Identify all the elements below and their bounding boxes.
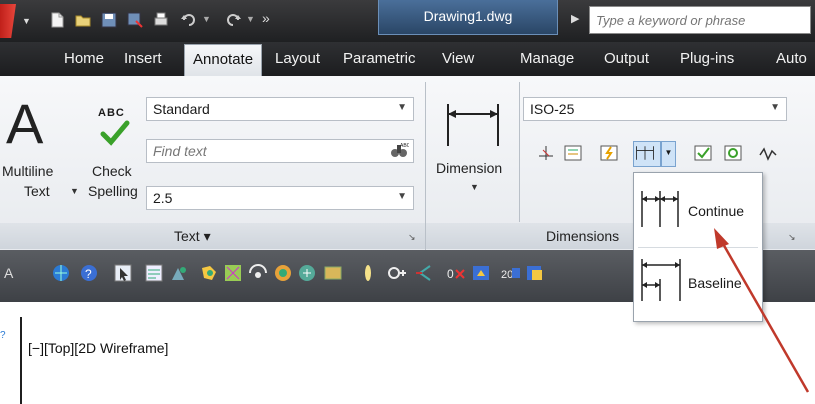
svg-text:A: A [4, 265, 14, 281]
checkmark-icon[interactable] [100, 120, 130, 146]
svg-text:ABC: ABC [400, 143, 409, 149]
dimension-icon[interactable] [444, 100, 502, 150]
toolbar-overflow-icon[interactable]: » [262, 10, 270, 26]
menu-separator [638, 247, 758, 248]
zoom-out-icon[interactable] [412, 262, 434, 284]
dim-reassociate-icon[interactable] [757, 142, 779, 164]
attribute-icon[interactable]: 20 [500, 262, 522, 284]
dim-jog-icon[interactable] [598, 142, 620, 164]
select-icon[interactable] [112, 262, 134, 284]
multiline-text-label-2[interactable]: Text [24, 183, 50, 199]
toolbar-grip-icon[interactable]: A [2, 262, 24, 284]
dimension-dropdown-icon[interactable]: ▼ [470, 182, 479, 192]
redo-icon[interactable] [224, 11, 242, 29]
web-icon[interactable] [50, 262, 72, 284]
check-spelling-label-2[interactable]: Spelling [88, 183, 138, 199]
menu-item-baseline-label: Baseline [688, 275, 742, 291]
zoom-in-icon[interactable] [386, 262, 408, 284]
multiline-text-label[interactable]: Multiline [2, 163, 53, 179]
save-as-icon[interactable] [126, 11, 144, 29]
search-input[interactable] [589, 6, 811, 34]
viewcube-fragment-icon: ? [0, 330, 6, 341]
continue-dimension-icon [640, 187, 680, 231]
tab-annotate[interactable]: Annotate [184, 44, 263, 77]
dim-update-icon[interactable] [722, 142, 744, 164]
tab-home[interactable]: Home [64, 42, 104, 76]
document-title: Drawing1.dwg [378, 0, 558, 35]
layer-icon[interactable] [322, 262, 344, 284]
tab-layout[interactable]: Layout [275, 42, 320, 76]
search-expand-icon[interactable]: ▶ [571, 12, 579, 25]
dimension-flyout-menu: Continue Baseline [633, 172, 763, 322]
markup-icon[interactable] [272, 262, 294, 284]
viewport-left-border [20, 317, 22, 404]
panel-divider [519, 82, 520, 222]
properties-icon[interactable] [143, 262, 165, 284]
quickcalc-icon[interactable] [296, 262, 318, 284]
xref-icon[interactable] [524, 262, 546, 284]
text-style-select[interactable]: Standard ▼ [146, 97, 414, 121]
menu-item-continue[interactable]: Continue [634, 173, 762, 243]
chevron-down-icon[interactable]: ▼ [397, 102, 407, 113]
text-panel-title-bar[interactable] [0, 223, 425, 249]
find-text-field[interactable]: Find text ABC [146, 139, 414, 163]
undo-icon[interactable] [180, 11, 198, 29]
multiline-text-icon[interactable]: A [6, 96, 43, 152]
continue-dropdown-icon[interactable]: ▼ [661, 141, 676, 167]
svg-text:20: 20 [501, 269, 513, 281]
match-properties-icon[interactable] [168, 262, 190, 284]
ribbon-tab-bar: Home Insert Annotate Layout Parametric V… [0, 42, 815, 77]
design-center-icon[interactable] [198, 262, 220, 284]
help-icon[interactable]: ? [78, 262, 100, 284]
svg-text:?: ? [85, 267, 92, 281]
tab-parametric[interactable]: Parametric [343, 42, 416, 76]
undo-dropdown-icon[interactable]: ▼ [202, 14, 211, 24]
dimensions-panel-title[interactable]: Dimensions [546, 228, 619, 244]
panel-launcher-icon[interactable]: ↘ [788, 232, 796, 243]
plot-icon[interactable] [152, 11, 170, 29]
tab-plug-ins[interactable]: Plug-ins [680, 42, 734, 76]
tab-manage[interactable]: Manage [520, 42, 574, 76]
menu-item-continue-label: Continue [688, 203, 745, 219]
dim-break-icon[interactable] [535, 142, 557, 164]
text-height-select[interactable]: 2.5 ▼ [146, 186, 414, 210]
sheet-set-icon[interactable] [247, 262, 269, 284]
redo-dropdown-icon[interactable]: ▼ [246, 14, 255, 24]
check-spelling-badge: ABC [98, 107, 125, 119]
tab-view[interactable]: View [442, 42, 474, 76]
chevron-down-icon[interactable]: ▼ [770, 102, 780, 113]
text-panel-title[interactable]: Text ▾ [174, 228, 211, 245]
tab-insert[interactable]: Insert [124, 42, 162, 76]
dimension-label[interactable]: Dimension [436, 160, 502, 176]
find-binoculars-icon[interactable]: ABC [389, 141, 411, 161]
chevron-down-icon[interactable]: ▼ [397, 191, 407, 202]
save-icon[interactable] [100, 11, 118, 29]
continue-dimension-button[interactable] [633, 141, 661, 167]
dim-adjust-space-icon[interactable] [562, 142, 584, 164]
dim-style-select[interactable]: ISO-25 ▼ [523, 97, 787, 121]
tab-autodesk[interactable]: Auto [776, 42, 807, 76]
panel-launcher-icon[interactable]: ↘ [408, 232, 416, 243]
tool-palettes-icon[interactable] [222, 262, 244, 284]
baseline-dimension-icon [640, 255, 684, 305]
text-style-value: Standard [153, 101, 210, 117]
app-menu-caret-icon[interactable]: ▼ [22, 16, 31, 26]
new-file-icon[interactable] [48, 11, 66, 29]
tab-output[interactable]: Output [604, 42, 649, 76]
viewport-controls-label[interactable]: [−][Top][2D Wireframe] [28, 340, 168, 356]
open-file-icon[interactable] [74, 11, 92, 29]
check-spelling-label[interactable]: Check [92, 163, 132, 179]
text-height-value: 2.5 [153, 190, 173, 206]
dim-style-value: ISO-25 [530, 101, 575, 117]
multiline-text-dropdown-icon[interactable]: ▼ [70, 186, 79, 196]
find-text-placeholder: Find text [153, 143, 207, 159]
insert-block-icon[interactable] [470, 262, 492, 284]
dim-inspect-icon[interactable] [692, 142, 714, 164]
block-icon[interactable]: 0 [446, 262, 468, 284]
zoom-icon[interactable] [357, 262, 379, 284]
svg-text:0: 0 [447, 267, 454, 281]
menu-item-baseline[interactable]: Baseline [634, 249, 762, 319]
